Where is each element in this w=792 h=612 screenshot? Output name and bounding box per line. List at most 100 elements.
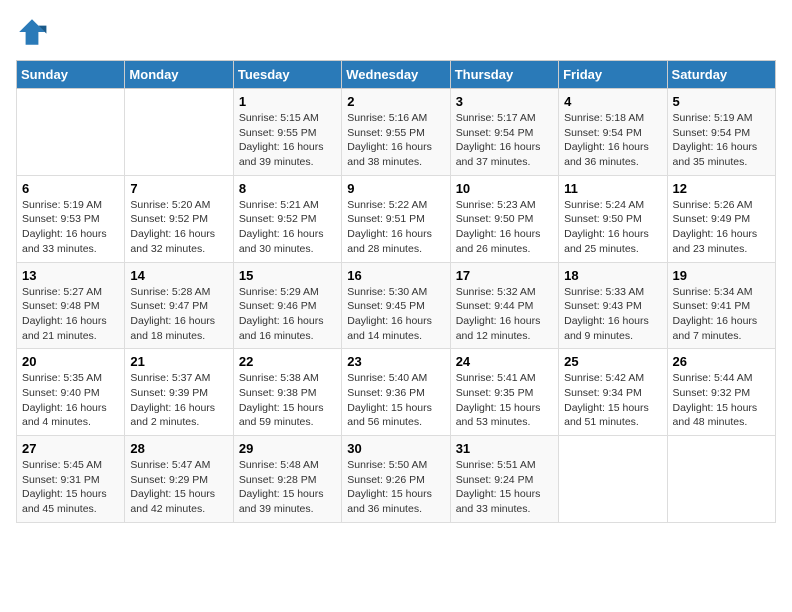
day-number: 15 bbox=[239, 268, 336, 283]
day-info: Sunrise: 5:22 AM Sunset: 9:51 PM Dayligh… bbox=[347, 198, 444, 257]
day-info: Sunrise: 5:15 AM Sunset: 9:55 PM Dayligh… bbox=[239, 111, 336, 170]
week-row-1: 6Sunrise: 5:19 AM Sunset: 9:53 PM Daylig… bbox=[17, 175, 776, 262]
day-info: Sunrise: 5:16 AM Sunset: 9:55 PM Dayligh… bbox=[347, 111, 444, 170]
day-number: 31 bbox=[456, 441, 553, 456]
logo bbox=[16, 16, 52, 48]
day-info: Sunrise: 5:19 AM Sunset: 9:53 PM Dayligh… bbox=[22, 198, 119, 257]
day-number: 17 bbox=[456, 268, 553, 283]
day-info: Sunrise: 5:50 AM Sunset: 9:26 PM Dayligh… bbox=[347, 458, 444, 517]
header-row: SundayMondayTuesdayWednesdayThursdayFrid… bbox=[17, 61, 776, 89]
calendar-cell: 21 Sunrise: 5:37 AM Sunset: 9:39 PM Dayli… bbox=[125, 349, 233, 436]
week-row-4: 27Sunrise: 5:45 AM Sunset: 9:31 PM Dayli… bbox=[17, 436, 776, 523]
day-info: Sunrise: 5:23 AM Sunset: 9:50 PM Dayligh… bbox=[456, 198, 553, 257]
day-number: 19 bbox=[673, 268, 770, 283]
day-info: Sunrise: 5:34 AM Sunset: 9:41 PM Dayligh… bbox=[673, 285, 770, 344]
calendar-table: SundayMondayTuesdayWednesdayThursdayFrid… bbox=[16, 60, 776, 523]
logo-icon bbox=[16, 16, 48, 48]
day-number: 13 bbox=[22, 268, 119, 283]
calendar-cell: 1 Sunrise: 5:15 AM Sunset: 9:55 PM Daylig… bbox=[233, 89, 341, 176]
day-number: 10 bbox=[456, 181, 553, 196]
day-info: Sunrise: 5:47 AM Sunset: 9:29 PM Dayligh… bbox=[130, 458, 227, 517]
calendar-cell bbox=[667, 436, 775, 523]
calendar-cell: 20 Sunrise: 5:35 AM Sunset: 9:40 PM Dayli… bbox=[17, 349, 125, 436]
day-info: Sunrise: 5:20 AM Sunset: 9:52 PM Dayligh… bbox=[130, 198, 227, 257]
day-number: 8 bbox=[239, 181, 336, 196]
header-day-monday: Monday bbox=[125, 61, 233, 89]
calendar-cell: 24 Sunrise: 5:41 AM Sunset: 9:35 PM Dayli… bbox=[450, 349, 558, 436]
day-info: Sunrise: 5:37 AM Sunset: 9:39 PM Dayligh… bbox=[130, 371, 227, 430]
day-info: Sunrise: 5:42 AM Sunset: 9:34 PM Dayligh… bbox=[564, 371, 661, 430]
calendar-cell: 2Sunrise: 5:16 AM Sunset: 9:55 PM Daylig… bbox=[342, 89, 450, 176]
calendar-cell: 19 Sunrise: 5:34 AM Sunset: 9:41 PM Dayli… bbox=[667, 262, 775, 349]
day-number: 26 bbox=[673, 354, 770, 369]
header-day-saturday: Saturday bbox=[667, 61, 775, 89]
calendar-cell bbox=[17, 89, 125, 176]
week-row-2: 13 Sunrise: 5:27 AM Sunset: 9:48 PM Dayli… bbox=[17, 262, 776, 349]
day-number: 4 bbox=[564, 94, 661, 109]
header-day-thursday: Thursday bbox=[450, 61, 558, 89]
day-info: Sunrise: 5:19 AM Sunset: 9:54 PM Dayligh… bbox=[673, 111, 770, 170]
day-number: 9 bbox=[347, 181, 444, 196]
header-day-wednesday: Wednesday bbox=[342, 61, 450, 89]
calendar-cell: 7 Sunrise: 5:20 AM Sunset: 9:52 PM Daylig… bbox=[125, 175, 233, 262]
header-day-sunday: Sunday bbox=[17, 61, 125, 89]
calendar-cell: 16 Sunrise: 5:30 AM Sunset: 9:45 PM Dayli… bbox=[342, 262, 450, 349]
day-number: 16 bbox=[347, 268, 444, 283]
calendar-cell: 27Sunrise: 5:45 AM Sunset: 9:31 PM Dayli… bbox=[17, 436, 125, 523]
calendar-cell: 26 Sunrise: 5:44 AM Sunset: 9:32 PM Dayli… bbox=[667, 349, 775, 436]
calendar-cell: 30 Sunrise: 5:50 AM Sunset: 9:26 PM Dayli… bbox=[342, 436, 450, 523]
day-info: Sunrise: 5:30 AM Sunset: 9:45 PM Dayligh… bbox=[347, 285, 444, 344]
day-number: 28 bbox=[130, 441, 227, 456]
day-info: Sunrise: 5:18 AM Sunset: 9:54 PM Dayligh… bbox=[564, 111, 661, 170]
day-number: 12 bbox=[673, 181, 770, 196]
day-info: Sunrise: 5:41 AM Sunset: 9:35 PM Dayligh… bbox=[456, 371, 553, 430]
header-day-friday: Friday bbox=[559, 61, 667, 89]
day-number: 30 bbox=[347, 441, 444, 456]
day-number: 11 bbox=[564, 181, 661, 196]
header-day-tuesday: Tuesday bbox=[233, 61, 341, 89]
day-info: Sunrise: 5:33 AM Sunset: 9:43 PM Dayligh… bbox=[564, 285, 661, 344]
day-number: 25 bbox=[564, 354, 661, 369]
calendar-cell: 4 Sunrise: 5:18 AM Sunset: 9:54 PM Daylig… bbox=[559, 89, 667, 176]
day-number: 3 bbox=[456, 94, 553, 109]
day-number: 14 bbox=[130, 268, 227, 283]
calendar-cell: 14 Sunrise: 5:28 AM Sunset: 9:47 PM Dayli… bbox=[125, 262, 233, 349]
day-info: Sunrise: 5:48 AM Sunset: 9:28 PM Dayligh… bbox=[239, 458, 336, 517]
calendar-cell: 3Sunrise: 5:17 AM Sunset: 9:54 PM Daylig… bbox=[450, 89, 558, 176]
day-number: 29 bbox=[239, 441, 336, 456]
calendar-cell: 18 Sunrise: 5:33 AM Sunset: 9:43 PM Dayli… bbox=[559, 262, 667, 349]
day-info: Sunrise: 5:44 AM Sunset: 9:32 PM Dayligh… bbox=[673, 371, 770, 430]
calendar-cell: 12 Sunrise: 5:26 AM Sunset: 9:49 PM Dayli… bbox=[667, 175, 775, 262]
day-number: 23 bbox=[347, 354, 444, 369]
day-number: 18 bbox=[564, 268, 661, 283]
calendar-cell: 25 Sunrise: 5:42 AM Sunset: 9:34 PM Dayli… bbox=[559, 349, 667, 436]
page-header bbox=[16, 16, 776, 48]
calendar-cell: 8 Sunrise: 5:21 AM Sunset: 9:52 PM Daylig… bbox=[233, 175, 341, 262]
calendar-cell bbox=[125, 89, 233, 176]
week-row-3: 20 Sunrise: 5:35 AM Sunset: 9:40 PM Dayli… bbox=[17, 349, 776, 436]
day-info: Sunrise: 5:51 AM Sunset: 9:24 PM Dayligh… bbox=[456, 458, 553, 517]
calendar-cell: 31 Sunrise: 5:51 AM Sunset: 9:24 PM Dayli… bbox=[450, 436, 558, 523]
calendar-cell: 13 Sunrise: 5:27 AM Sunset: 9:48 PM Dayli… bbox=[17, 262, 125, 349]
day-info: Sunrise: 5:27 AM Sunset: 9:48 PM Dayligh… bbox=[22, 285, 119, 344]
day-number: 21 bbox=[130, 354, 227, 369]
day-info: Sunrise: 5:21 AM Sunset: 9:52 PM Dayligh… bbox=[239, 198, 336, 257]
calendar-cell: 9 Sunrise: 5:22 AM Sunset: 9:51 PM Daylig… bbox=[342, 175, 450, 262]
day-number: 22 bbox=[239, 354, 336, 369]
day-info: Sunrise: 5:38 AM Sunset: 9:38 PM Dayligh… bbox=[239, 371, 336, 430]
day-info: Sunrise: 5:29 AM Sunset: 9:46 PM Dayligh… bbox=[239, 285, 336, 344]
calendar-cell bbox=[559, 436, 667, 523]
calendar-cell: 23Sunrise: 5:40 AM Sunset: 9:36 PM Dayli… bbox=[342, 349, 450, 436]
day-number: 5 bbox=[673, 94, 770, 109]
day-info: Sunrise: 5:24 AM Sunset: 9:50 PM Dayligh… bbox=[564, 198, 661, 257]
day-number: 7 bbox=[130, 181, 227, 196]
day-number: 24 bbox=[456, 354, 553, 369]
day-info: Sunrise: 5:26 AM Sunset: 9:49 PM Dayligh… bbox=[673, 198, 770, 257]
day-info: Sunrise: 5:32 AM Sunset: 9:44 PM Dayligh… bbox=[456, 285, 553, 344]
day-info: Sunrise: 5:35 AM Sunset: 9:40 PM Dayligh… bbox=[22, 371, 119, 430]
day-number: 1 bbox=[239, 94, 336, 109]
day-number: 20 bbox=[22, 354, 119, 369]
day-info: Sunrise: 5:45 AM Sunset: 9:31 PM Dayligh… bbox=[22, 458, 119, 517]
calendar-cell: 15 Sunrise: 5:29 AM Sunset: 9:46 PM Dayli… bbox=[233, 262, 341, 349]
day-info: Sunrise: 5:28 AM Sunset: 9:47 PM Dayligh… bbox=[130, 285, 227, 344]
